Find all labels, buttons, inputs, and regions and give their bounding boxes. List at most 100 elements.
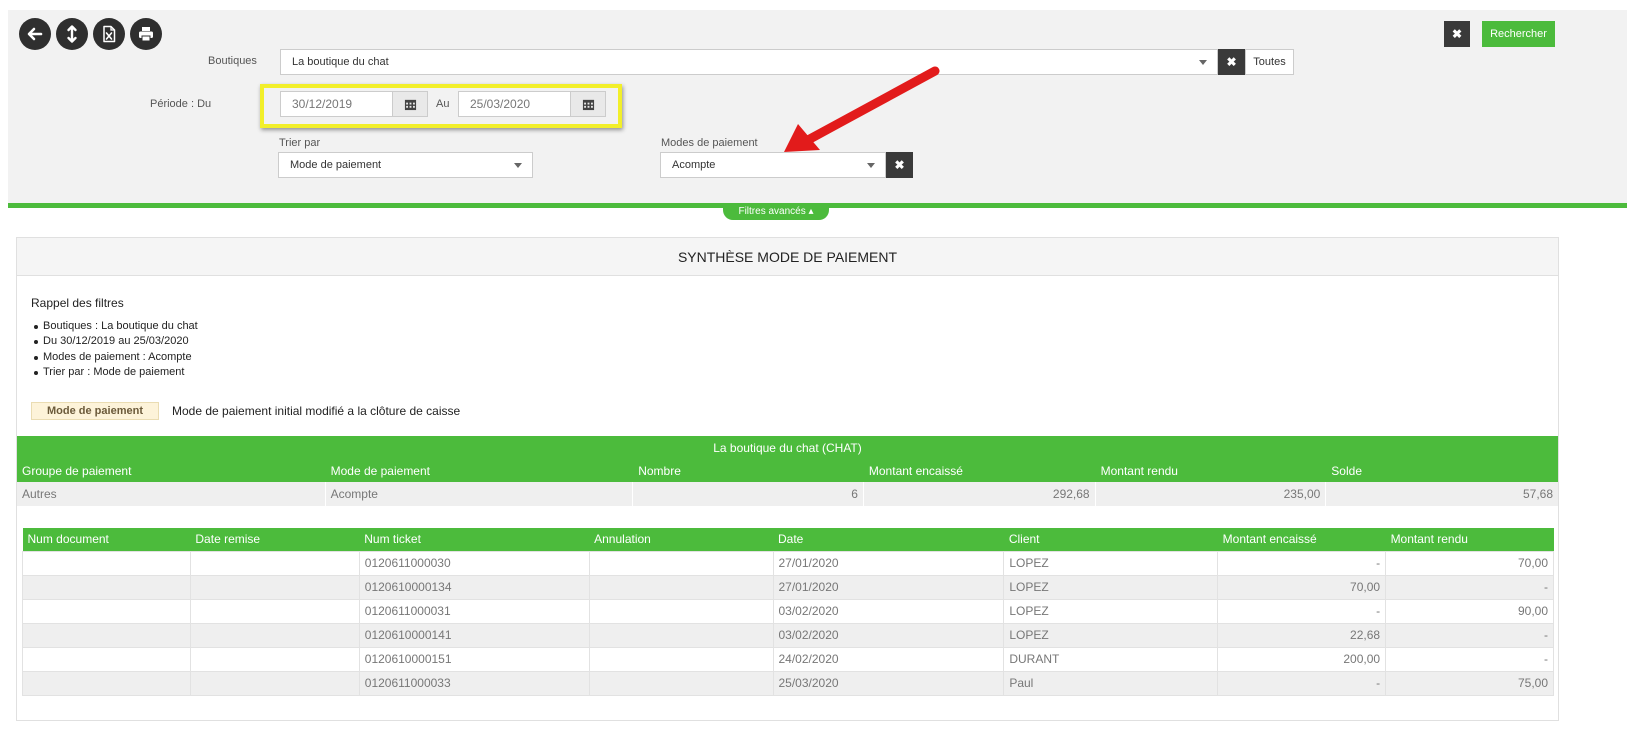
table-cell bbox=[588, 670, 774, 696]
column-header: Montant rendu bbox=[1385, 528, 1554, 551]
date-range-highlight bbox=[260, 84, 622, 128]
list-item: Trier par : Mode de paiement bbox=[34, 365, 198, 380]
table-cell: 24/02/2020 bbox=[772, 646, 1005, 672]
table-cell: 22,68 bbox=[1217, 622, 1387, 648]
boutiques-clear-button[interactable]: ✖ bbox=[1218, 49, 1245, 75]
rappel-title: Rappel des filtres bbox=[31, 296, 124, 310]
table-row: 0120611000033 25/03/2020 Paul - 75,00 bbox=[22, 670, 1554, 696]
column-header: Mode de paiement bbox=[330, 463, 430, 478]
table-cell: Paul bbox=[1003, 670, 1219, 696]
column-header: Annulation bbox=[589, 528, 773, 551]
table-cell: DURANT bbox=[1003, 646, 1219, 672]
table-cell bbox=[189, 598, 360, 624]
table-cell: - bbox=[1385, 574, 1554, 600]
list-item: Du 30/12/2019 au 25/03/2020 bbox=[34, 334, 198, 349]
back-arrow-icon bbox=[27, 27, 43, 41]
annotation-arrow-icon bbox=[784, 66, 940, 152]
table-cell: 57,68 bbox=[1522, 487, 1553, 501]
table-cell: 25/03/2020 bbox=[772, 670, 1005, 696]
column-header: Num ticket bbox=[359, 528, 590, 551]
column-header: Nombre bbox=[638, 463, 681, 478]
table-cell bbox=[189, 550, 360, 576]
column-header: Client bbox=[1003, 528, 1218, 551]
table-cell: LOPEZ bbox=[1003, 622, 1219, 648]
table-cell bbox=[189, 670, 360, 696]
legend-chip: Mode de paiement bbox=[31, 402, 159, 420]
table-row: 0120611000031 03/02/2020 LOPEZ - 90,00 bbox=[22, 598, 1554, 624]
legend-text: Mode de paiement initial modifié a la cl… bbox=[172, 404, 461, 418]
table-cell bbox=[22, 622, 191, 648]
group-title: La boutique du chat (CHAT) bbox=[17, 436, 1558, 459]
table-cell: LOPEZ bbox=[1003, 598, 1219, 624]
search-button[interactable]: Rechercher bbox=[1482, 21, 1555, 47]
boutiques-select[interactable]: La boutique du chat bbox=[280, 49, 1218, 75]
column-header: Solde bbox=[1331, 463, 1362, 478]
list-item: Modes de paiement : Acompte bbox=[34, 350, 198, 365]
group-header-row: Groupe de paiement Mode de paiement Nomb… bbox=[17, 459, 1558, 482]
table-cell: 03/02/2020 bbox=[772, 598, 1005, 624]
table-cell: 0120611000031 bbox=[358, 598, 590, 624]
table-cell: 27/01/2020 bbox=[772, 550, 1005, 576]
group-summary-table: La boutique du chat (CHAT) Groupe de pai… bbox=[17, 436, 1558, 506]
chevron-down-icon bbox=[1199, 60, 1207, 65]
table-cell bbox=[189, 646, 360, 672]
table-cell bbox=[588, 598, 774, 624]
table-cell bbox=[22, 598, 191, 624]
table-cell: 27/01/2020 bbox=[772, 574, 1005, 600]
detail-header-row: Num document Date remise Num ticket Annu… bbox=[22, 528, 1554, 551]
table-cell: - bbox=[1217, 550, 1387, 576]
table-row: 0120611000030 27/01/2020 LOPEZ - 70,00 bbox=[22, 550, 1554, 576]
column-header: Date remise bbox=[190, 528, 360, 551]
table-cell: - bbox=[1385, 622, 1554, 648]
table-cell: Acompte bbox=[326, 482, 634, 506]
table-cell: LOPEZ bbox=[1003, 550, 1219, 576]
table-row: Autres Acompte 6 292,68 235,00 57,68 bbox=[17, 482, 1558, 506]
advanced-filters-toggle[interactable]: Filtres avancés ▴ bbox=[723, 203, 829, 220]
table-cell: Autres bbox=[17, 482, 326, 506]
table-cell: 292,68 bbox=[864, 482, 1096, 506]
table-cell: 0120610000134 bbox=[358, 574, 590, 600]
table-cell bbox=[189, 574, 360, 600]
clear-filters-button[interactable]: ✖ bbox=[1444, 21, 1470, 47]
trier-label: Trier par bbox=[279, 137, 321, 149]
column-header: Date bbox=[773, 528, 1004, 551]
table-cell: 235,00 bbox=[1096, 482, 1327, 506]
table-row: 0120610000151 24/02/2020 DURANT 200,00 - bbox=[22, 646, 1554, 672]
column-header: Montant encaissé bbox=[868, 463, 963, 478]
table-cell bbox=[588, 574, 774, 600]
table-cell: 90,00 bbox=[1385, 598, 1554, 624]
excel-export-button[interactable] bbox=[93, 18, 125, 50]
table-cell: 6 bbox=[633, 482, 864, 506]
toutes-button[interactable]: Toutes bbox=[1245, 49, 1294, 75]
column-header: Groupe de paiement bbox=[22, 463, 132, 478]
print-icon bbox=[139, 27, 153, 42]
table-cell bbox=[189, 622, 360, 648]
report-card: SYNTHÈSE MODE DE PAIEMENT Rappel des fil… bbox=[16, 237, 1559, 721]
table-cell bbox=[22, 574, 191, 600]
expand-button[interactable] bbox=[56, 18, 88, 50]
excel-export-icon bbox=[103, 25, 116, 43]
table-cell: 70,00 bbox=[1217, 574, 1387, 600]
table-cell: - bbox=[1217, 598, 1387, 624]
print-button[interactable] bbox=[130, 18, 162, 50]
table-cell: 03/02/2020 bbox=[772, 622, 1005, 648]
modes-value: Acompte bbox=[672, 159, 716, 171]
table-cell bbox=[22, 670, 191, 696]
table-cell: 200,00 bbox=[1217, 646, 1387, 672]
back-button[interactable] bbox=[19, 18, 51, 50]
boutiques-label: Boutiques bbox=[208, 55, 257, 67]
table-cell: 0120610000141 bbox=[358, 622, 590, 648]
trier-value: Mode de paiement bbox=[290, 159, 382, 171]
table-cell bbox=[22, 646, 191, 672]
table-cell: 75,00 bbox=[1385, 670, 1554, 696]
table-row: 0120610000134 27/01/2020 LOPEZ 70,00 - bbox=[22, 574, 1554, 600]
table-cell: 0120611000033 bbox=[358, 670, 590, 696]
modes-label: Modes de paiement bbox=[661, 137, 758, 149]
table-row: 0120610000141 03/02/2020 LOPEZ 22,68 - bbox=[22, 622, 1554, 648]
table-cell: 0120611000030 bbox=[358, 550, 590, 576]
table-cell: LOPEZ bbox=[1003, 574, 1219, 600]
chevron-down-icon bbox=[514, 163, 522, 168]
chevron-down-icon bbox=[867, 163, 875, 168]
trier-select[interactable]: Mode de paiement bbox=[278, 152, 533, 178]
table-cell bbox=[588, 646, 774, 672]
